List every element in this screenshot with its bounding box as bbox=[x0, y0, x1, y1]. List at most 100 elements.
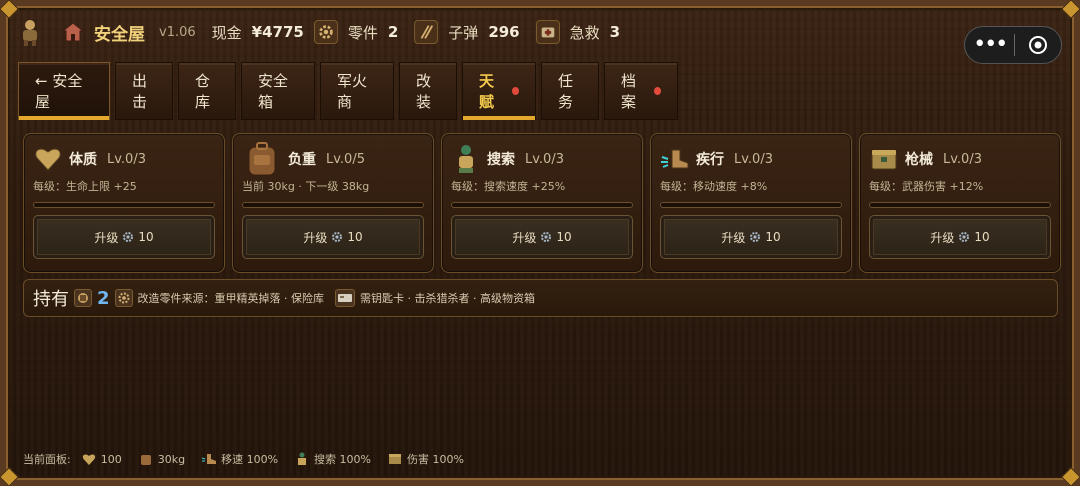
tab-safe-box[interactable]: 安全箱 bbox=[241, 62, 315, 120]
tab-underline bbox=[463, 116, 535, 120]
first-aid-icon bbox=[535, 20, 560, 44]
talent-name: 疾行 bbox=[696, 152, 724, 168]
weapon-crate-icon bbox=[869, 144, 899, 174]
talent-progress-bar bbox=[451, 202, 633, 208]
frame-corner-ornament bbox=[1061, 467, 1080, 486]
stat-search: 搜索 100% bbox=[314, 453, 371, 466]
upgrade-label: 升级 bbox=[930, 230, 955, 245]
page-title: 安全屋 bbox=[94, 24, 145, 45]
stat-damage: 伤害 100% bbox=[406, 453, 464, 466]
main-tab-bar: ← 安全屋 出击 仓库 安全箱 军火商 改装 天赋 任务 档案 bbox=[18, 62, 678, 120]
holdings-count: 2 bbox=[97, 287, 110, 309]
backpack-icon bbox=[138, 452, 154, 466]
miniprogram-capsule: ••• bbox=[964, 26, 1062, 64]
talent-progress-bar bbox=[869, 202, 1051, 208]
upgrade-label: 升级 bbox=[512, 230, 537, 245]
tab-label: 档案 bbox=[621, 72, 637, 111]
talent-desc: 当前 30kg · 下一级 38kg bbox=[242, 180, 370, 193]
talent-level: Lv.0/3 bbox=[107, 151, 146, 167]
gear-icon bbox=[750, 232, 761, 242]
gear-icon bbox=[959, 232, 970, 242]
tab-label: 安全箱 bbox=[258, 72, 289, 111]
top-status-bar: 安全屋 v1.06 现金 ¥4775 零件 2 子弹 296 急救 3 bbox=[10, 10, 1070, 54]
safehouse-icon bbox=[62, 22, 84, 42]
talent-card-carry-weight: 负重 Lv.0/5 当前 30kg · 下一级 38kg 升级 10 bbox=[232, 133, 434, 273]
talent-card-sprint: 疾行 Lv.0/3 每级：移动速度 +8% 升级 10 bbox=[650, 133, 852, 273]
tab-missions[interactable]: 任务 bbox=[541, 62, 599, 120]
tab-back-safehouse[interactable]: ← 安全屋 bbox=[18, 62, 110, 120]
boot-icon bbox=[660, 144, 690, 174]
parts-gear-icon bbox=[313, 20, 338, 44]
search-figure-icon bbox=[294, 452, 310, 466]
talent-name: 体质 bbox=[69, 152, 97, 168]
talent-card-list: 体质 Lv.0/3 每级：生命上限 +25 升级 10 负重 Lv.0/5 当前… bbox=[23, 133, 1061, 273]
upgrade-cost: 10 bbox=[556, 230, 572, 244]
tab-label: 军火商 bbox=[337, 72, 368, 111]
tab-underline bbox=[19, 116, 109, 120]
notification-dot bbox=[653, 87, 661, 95]
mod-part-icon bbox=[74, 289, 92, 307]
tab-label: 天赋 bbox=[479, 72, 495, 111]
parts-value: 2 bbox=[387, 23, 399, 41]
tab-archive[interactable]: 档案 bbox=[604, 62, 678, 120]
version-label: v1.06 bbox=[159, 24, 196, 40]
stat-speed: 移速 100% bbox=[221, 453, 279, 466]
tab-modify[interactable]: 改装 bbox=[399, 62, 457, 120]
ammo-label: 子弹 bbox=[448, 23, 479, 42]
more-menu-button[interactable]: ••• bbox=[965, 28, 1014, 62]
talent-progress-bar bbox=[242, 202, 424, 208]
current-stats-panel: 当前面板: 100 30kg 移速 100% 搜索 100% 伤害 100% bbox=[23, 450, 474, 468]
upgrade-label: 升级 bbox=[721, 230, 746, 245]
talent-card-firearms: 枪械 Lv.0/3 每级：武器伤害 +12% 升级 10 bbox=[859, 133, 1061, 273]
upgrade-button[interactable]: 升级 10 bbox=[869, 215, 1051, 259]
upgrade-label: 升级 bbox=[94, 230, 119, 245]
tab-storage[interactable]: 仓库 bbox=[178, 62, 236, 120]
aid-value: 3 bbox=[609, 23, 621, 41]
close-target-button[interactable] bbox=[1015, 34, 1061, 56]
talent-name: 负重 bbox=[288, 152, 316, 168]
upgrade-button[interactable]: 升级 10 bbox=[242, 215, 424, 259]
tab-talents[interactable]: 天赋 bbox=[462, 62, 536, 120]
gear-icon bbox=[114, 289, 133, 307]
tab-label: 改装 bbox=[416, 72, 432, 111]
tab-deploy[interactable]: 出击 bbox=[115, 62, 173, 120]
upgrade-cost: 10 bbox=[138, 230, 154, 244]
upgrade-button[interactable]: 升级 10 bbox=[33, 215, 215, 259]
talent-progress-bar bbox=[660, 202, 842, 208]
talent-desc: 每级：移动速度 +8% bbox=[660, 180, 768, 193]
talent-level: Lv.0/5 bbox=[326, 151, 365, 167]
heart-icon bbox=[33, 144, 63, 174]
avatar[interactable] bbox=[16, 18, 44, 46]
frame-corner-ornament bbox=[0, 467, 19, 486]
cash-value: ¥4775 bbox=[251, 23, 304, 41]
upgrade-cost: 10 bbox=[347, 230, 363, 244]
tab-arms-dealer[interactable]: 军火商 bbox=[320, 62, 394, 120]
talent-card-search: 搜索 Lv.0/3 每级：搜索速度 +25% 升级 10 bbox=[441, 133, 643, 273]
parts-label: 零件 bbox=[347, 23, 378, 42]
stat-weight: 30kg bbox=[157, 452, 186, 466]
weapon-crate-icon bbox=[387, 452, 403, 466]
search-figure-icon bbox=[451, 144, 481, 174]
gear-icon bbox=[123, 232, 134, 242]
talent-desc: 每级：搜索速度 +25% bbox=[451, 180, 566, 193]
talent-name: 搜索 bbox=[487, 152, 515, 168]
heart-icon bbox=[81, 452, 97, 466]
tab-label: 出击 bbox=[132, 72, 148, 111]
talent-name: 枪械 bbox=[905, 152, 933, 168]
notification-dot bbox=[511, 87, 519, 95]
holdings-strip: 持有 2 改造零件来源：重甲精英掉落 · 保险库 需钥匙卡 · 击杀猎杀者 · … bbox=[23, 279, 1058, 317]
ammo-icon bbox=[414, 20, 439, 44]
upgrade-cost: 10 bbox=[974, 230, 990, 244]
talent-card-constitution: 体质 Lv.0/3 每级：生命上限 +25 升级 10 bbox=[23, 133, 225, 273]
tab-label: ← 安全屋 bbox=[35, 72, 83, 111]
holdings-label: 持有 bbox=[33, 289, 69, 310]
talent-desc: 每级：武器伤害 +12% bbox=[869, 180, 984, 193]
talent-level: Lv.0/3 bbox=[525, 151, 564, 167]
boot-icon bbox=[201, 452, 217, 466]
talent-level: Lv.0/3 bbox=[734, 151, 773, 167]
gear-icon bbox=[332, 232, 343, 242]
upgrade-button[interactable]: 升级 10 bbox=[660, 215, 842, 259]
aid-label: 急救 bbox=[569, 23, 600, 42]
upgrade-button[interactable]: 升级 10 bbox=[451, 215, 633, 259]
upgrade-cost: 10 bbox=[765, 230, 781, 244]
